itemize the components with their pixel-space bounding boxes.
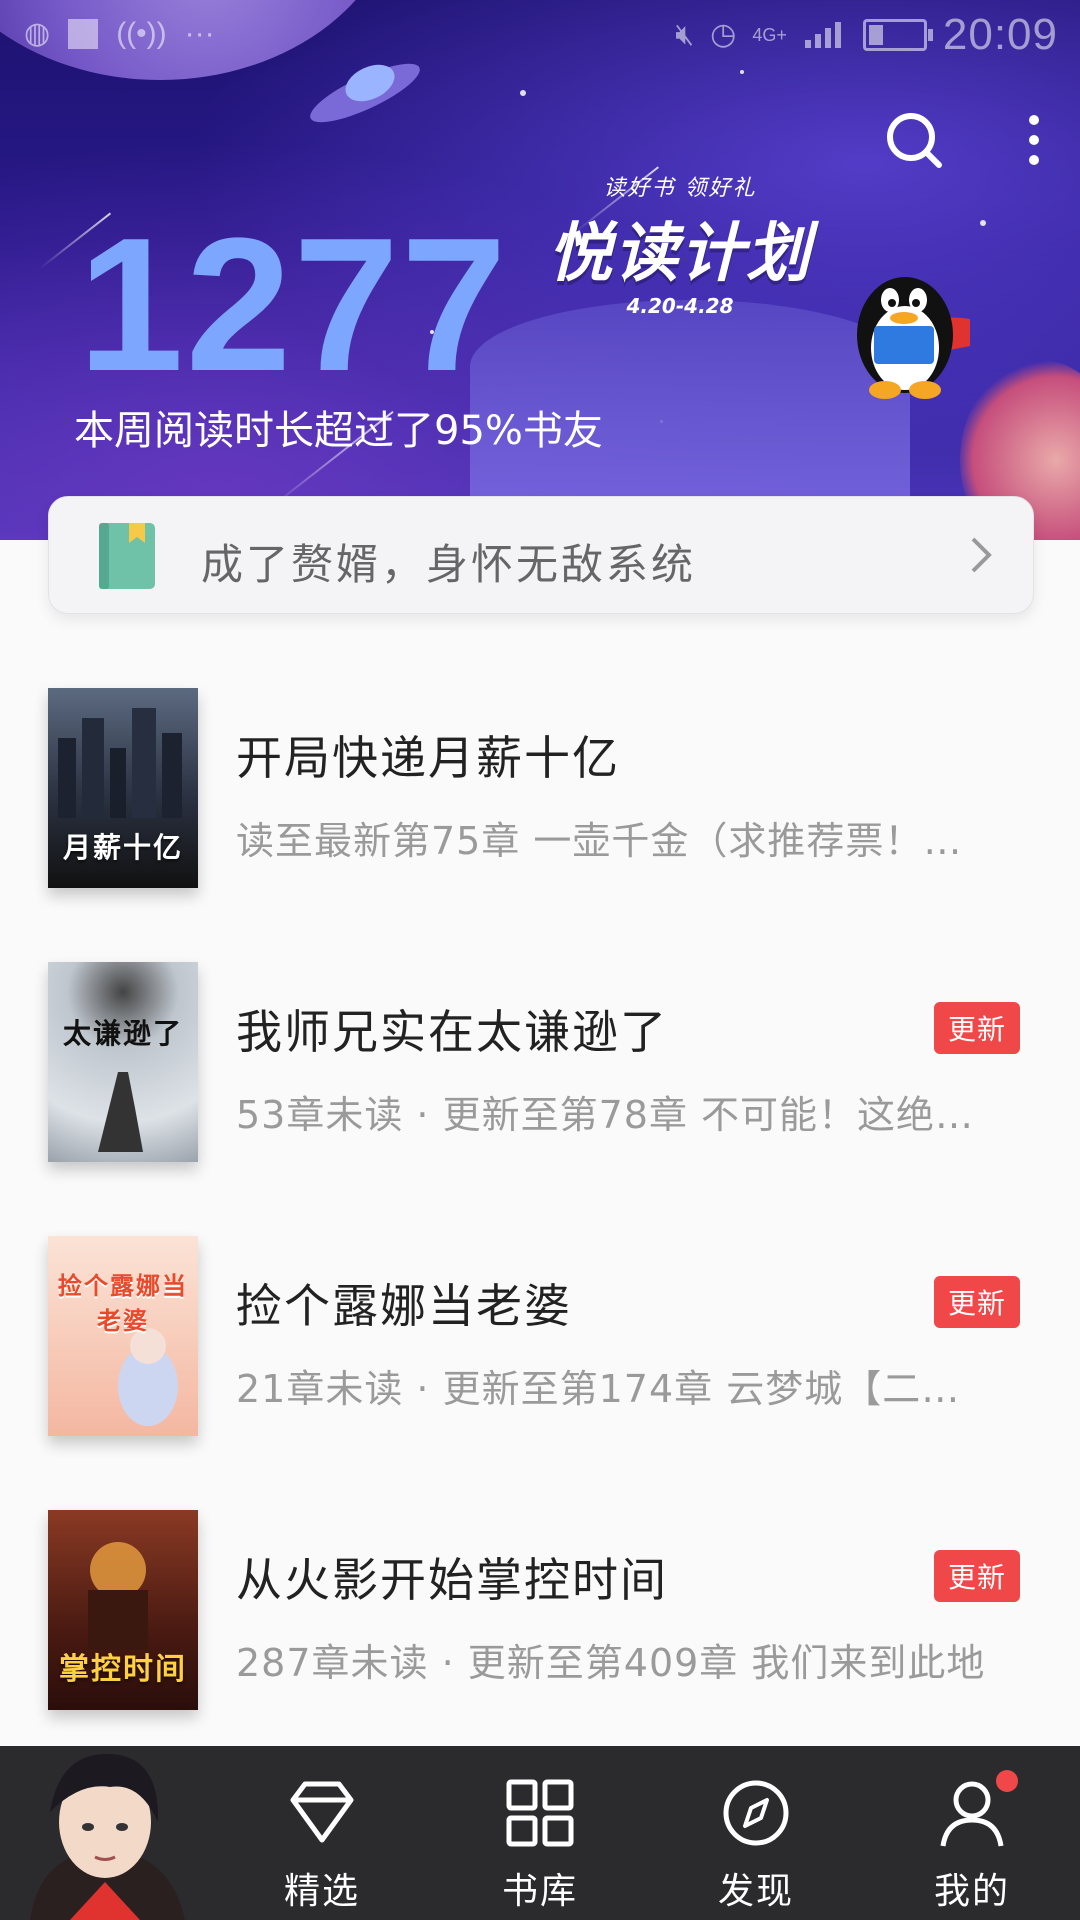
nav-discover[interactable]: 发现	[696, 1776, 816, 1914]
bottom-navigation: 精选 书库 发现 我的	[0, 1746, 1080, 1920]
book-row[interactable]: 捡个露娜当老婆 捡个露娜当老婆 更新 21章未读 · 更新至第174章 云梦城【…	[0, 1208, 1080, 1468]
book-progress: 21章未读 · 更新至第174章 云梦城【二…	[236, 1367, 961, 1411]
book-title: 从火影开始掌控时间	[236, 1553, 668, 1607]
update-badge: 更新	[933, 1276, 1020, 1328]
nav-label: 发现	[717, 1871, 794, 1912]
reading-stat-text: 本周阅读时长超过了95%书友	[74, 408, 603, 454]
status-bar: ◍ ((•)) ··· 🔇︎ ◷ 4G+ 20:09	[0, 0, 1080, 70]
book-progress: 读至最新第75章 一壶千金（求推荐票！…	[236, 819, 963, 863]
book-row[interactable]: 月薪十亿 开局快递月薪十亿 读至最新第75章 一壶千金（求推荐票！…	[0, 660, 1080, 920]
book-cover: 捡个露娜当老婆	[48, 1236, 198, 1436]
alarm-icon: ◷	[710, 18, 737, 51]
network-type: 4G+	[752, 24, 787, 45]
notification-dot	[996, 1770, 1018, 1792]
search-icon[interactable]	[884, 110, 944, 170]
book-cover-title: 太谦逊了	[62, 1017, 183, 1050]
book-title: 我师兄实在太谦逊了	[236, 1005, 668, 1059]
nav-label: 我的	[933, 1871, 1010, 1912]
nav-label: 精选	[283, 1871, 360, 1912]
book-row[interactable]: 太谦逊了 我师兄实在太谦逊了 更新 53章未读 · 更新至第78章 不可能！这绝…	[0, 934, 1080, 1194]
book-cover-title: 月薪十亿	[62, 831, 183, 864]
character-avatar[interactable]	[10, 1732, 200, 1920]
chevron-right-icon	[971, 537, 992, 573]
mute-icon: 🔇︎	[675, 18, 695, 51]
notification-square-icon	[68, 19, 99, 49]
more-options-icon[interactable]	[1024, 110, 1044, 170]
book-progress: 287章未读 · 更新至第409章 我们来到此地	[236, 1641, 986, 1685]
book-cover-title: 捡个露娜当老婆	[58, 1271, 188, 1335]
penguin-mascot	[857, 277, 970, 399]
promo-subtitle: 读好书 领好礼	[603, 176, 757, 201]
clock: 20:09	[942, 10, 1058, 59]
continue-reading-card[interactable]: 成了赘婿，身怀无敌系统	[48, 496, 1034, 614]
book-progress: 53章未读 · 更新至第78章 不可能！这绝…	[236, 1093, 975, 1137]
continue-reading-title: 成了赘婿，身怀无敌系统	[201, 540, 697, 589]
book-cover: 月薪十亿	[48, 688, 198, 888]
nav-featured[interactable]: 精选	[262, 1776, 382, 1914]
diamond-icon	[290, 1781, 354, 1843]
grid-icon	[506, 1779, 574, 1847]
book-cover-title: 掌控时间	[59, 1652, 187, 1687]
update-badge: 更新	[933, 1002, 1020, 1054]
nav-label: 书库	[501, 1871, 578, 1912]
book-cover: 掌控时间	[48, 1510, 198, 1710]
update-badge: 更新	[933, 1550, 1020, 1602]
nav-library[interactable]: 书库	[480, 1776, 600, 1914]
book-cover: 太谦逊了	[48, 962, 198, 1162]
promo-banner[interactable]: 读好书 领好礼 悦读计划 4.20-4.28	[500, 170, 860, 318]
promo-title: 悦读计划	[548, 217, 812, 291]
book-title: 开局快递月薪十亿	[236, 731, 620, 785]
book-title: 捡个露娜当老婆	[236, 1279, 572, 1333]
compass-icon	[723, 1780, 789, 1846]
signal-icon	[804, 22, 841, 48]
battery-icon	[862, 19, 933, 51]
book-row[interactable]: 掌控时间 从火影开始掌控时间 更新 287章未读 · 更新至第409章 我们来到…	[0, 1482, 1080, 1742]
reading-minutes: 1277	[78, 199, 509, 411]
nav-profile[interactable]: 我的	[912, 1770, 1032, 1914]
book-icon	[99, 523, 155, 589]
header-banner: ◍ ((•)) ··· 🔇︎ ◷ 4G+ 20:09 读好书 领好礼 悦读计划 …	[0, 0, 1080, 540]
globe-icon: ◍	[24, 17, 51, 50]
promo-dates: 4.20-4.28	[626, 294, 734, 318]
more-notifications-icon: ···	[184, 17, 215, 50]
hotspot-icon: ((•))	[116, 17, 167, 50]
